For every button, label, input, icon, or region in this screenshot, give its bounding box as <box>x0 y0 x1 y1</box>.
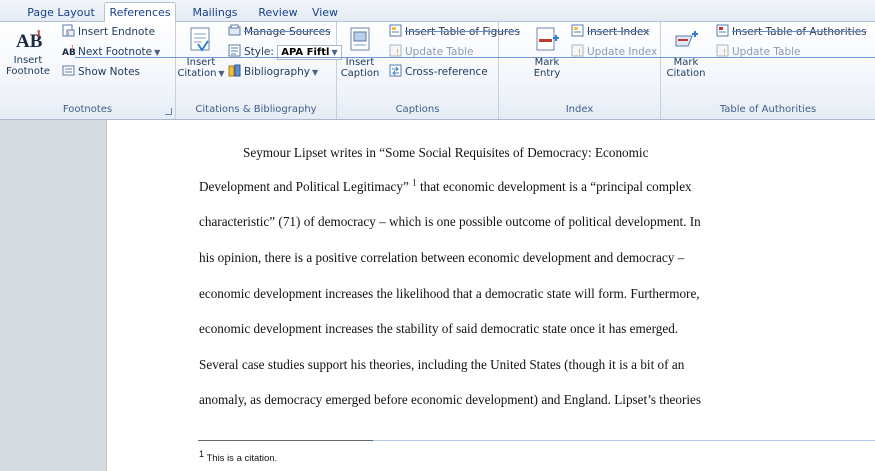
bibliography-button[interactable]: Bibliography ▼ <box>228 64 318 81</box>
tab-review[interactable]: Review <box>252 3 304 22</box>
update-table-authorities-button[interactable]: ! Update Table <box>716 44 801 61</box>
show-notes-button[interactable]: Show Notes <box>62 64 140 81</box>
table-of-authorities-icon <box>716 24 729 37</box>
chevron-down-icon: ▼ <box>218 69 225 78</box>
svg-text:!: ! <box>578 48 581 57</box>
footnotes-group: AB 1 Insert Footnote i Insert Endnote AB 1… <box>0 22 176 119</box>
svg-text:1: 1 <box>71 45 74 51</box>
index-group: Mark Entry Insert Index ! Update Index In… <box>499 22 661 119</box>
insert-footnote-icon: AB 1 <box>16 28 42 52</box>
footnote-separator <box>198 440 373 441</box>
index-group-label: Index <box>565 104 594 115</box>
ribbon-tab-bar: Page Layout References Mailings Review V… <box>0 0 875 22</box>
document-left-margin <box>0 120 106 471</box>
footnote-text[interactable]: 1 This is a citation. <box>199 449 277 464</box>
paragraph-line-6[interactable]: economic development increases the stabi… <box>199 321 678 337</box>
paragraph-line-8[interactable]: anomaly, as democracy emerged before eco… <box>199 392 701 408</box>
chevron-down-icon: ▼ <box>312 68 319 77</box>
insert-footnote-button[interactable]: AB 1 Insert Footnote <box>3 26 53 77</box>
mark-citation-icon <box>675 31 698 47</box>
paragraph-line-5[interactable]: economic development increases the likel… <box>199 286 700 302</box>
bibliography-icon <box>228 64 241 77</box>
paragraph-line-3[interactable]: characteristic” (71) of democracy – whic… <box>199 214 701 230</box>
tab-references[interactable]: References <box>104 2 176 22</box>
manage-sources-button[interactable]: Manage Sources <box>228 24 331 41</box>
authorities-group-label: Table of Authorities <box>719 104 817 115</box>
insert-citation-button[interactable]: Insert Citation ▼ <box>176 26 226 79</box>
captions-group-label: Captions <box>395 104 440 115</box>
insert-index-icon <box>571 24 584 37</box>
tab-page-layout[interactable]: Page Layout <box>22 3 100 22</box>
svg-text:!: ! <box>396 48 399 57</box>
insert-endnote-icon: i <box>62 24 75 37</box>
show-notes-icon <box>62 65 75 76</box>
tab-view[interactable]: View <box>306 3 344 22</box>
update-table-icon: ! <box>389 44 402 57</box>
insert-caption-button[interactable]: Insert Caption <box>339 26 381 79</box>
update-index-button[interactable]: ! Update Index <box>571 44 657 61</box>
captions-group: Insert Caption Insert Table of Figures !… <box>337 22 520 119</box>
citations-group-label: Citations & Bibliography <box>195 104 317 115</box>
mark-citation-button[interactable]: Mark Citation <box>663 26 709 79</box>
mark-entry-button[interactable]: Mark Entry <box>527 26 567 79</box>
paragraph-line-1[interactable]: Seymour Lipset writes in “Some Social Re… <box>243 145 648 161</box>
table-of-figures-icon <box>389 24 402 37</box>
style-selector[interactable]: Style: APA Fiftl ▼ <box>228 44 342 61</box>
svg-text:1: 1 <box>36 28 42 40</box>
cross-reference-icon <box>389 64 402 77</box>
manage-sources-icon <box>228 24 241 36</box>
svg-text:i: i <box>68 31 69 37</box>
next-footnote-icon: AB1 <box>62 45 75 57</box>
footnotes-group-label: Footnotes <box>62 104 113 115</box>
insert-table-of-authorities-button[interactable]: Insert Table of Authorities <box>716 24 867 41</box>
paragraph-line-7[interactable]: Several case studies support his theorie… <box>199 357 684 373</box>
ribbon: AB 1 Insert Footnote i Insert Endnote AB 1… <box>0 22 875 120</box>
insert-citation-icon <box>190 27 210 52</box>
update-table-icon: ! <box>716 44 729 57</box>
svg-text:!: ! <box>723 48 726 57</box>
cross-reference-button[interactable]: Cross-reference <box>389 64 488 81</box>
style-icon <box>228 44 241 57</box>
insert-index-button[interactable]: Insert Index <box>571 24 649 41</box>
insert-caption-icon <box>350 27 370 51</box>
drag-guide-line <box>75 57 875 58</box>
paragraph-line-2[interactable]: Development and Political Legitimacy” 1 … <box>199 178 692 195</box>
update-table-figures-button[interactable]: ! Update Table <box>389 44 474 61</box>
authorities-group: Mark Citation Insert Table of Authoritie… <box>661 22 875 119</box>
tab-mailings[interactable]: Mailings <box>186 3 244 22</box>
insert-endnote-button[interactable]: i Insert Endnote <box>62 24 155 41</box>
mark-entry-icon <box>536 27 559 51</box>
chevron-down-icon: ▼ <box>154 48 161 57</box>
footnote-separator-guide <box>373 440 875 441</box>
citations-group: Insert Citation ▼ Manage Sources Style: A… <box>176 22 342 119</box>
footnotes-dialog-launcher-icon[interactable] <box>165 108 172 115</box>
update-index-icon: ! <box>571 44 584 57</box>
paragraph-line-4[interactable]: his opinion, there is a positive correla… <box>199 250 684 266</box>
next-footnote-button[interactable]: AB 1 Next Footnote ▼ <box>62 44 160 61</box>
